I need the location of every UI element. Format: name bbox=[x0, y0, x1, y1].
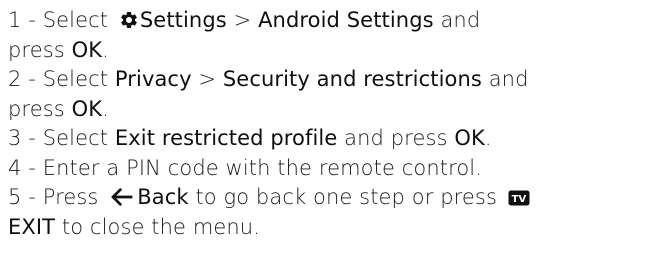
gear-icon bbox=[121, 11, 137, 28]
step-5: 5 - Press Back to go back one step or pr… bbox=[8, 183, 664, 242]
step-text: Press bbox=[42, 185, 99, 209]
back-arrow-icon bbox=[111, 188, 133, 206]
security-restrictions-label: Security and restrictions bbox=[222, 67, 482, 91]
ok-label: OK bbox=[71, 96, 103, 121]
ok-label: OK bbox=[71, 37, 103, 62]
step-text: . bbox=[484, 126, 492, 150]
step-text: Select bbox=[42, 126, 109, 150]
step-text: and bbox=[440, 8, 481, 32]
ok-label: OK bbox=[454, 126, 485, 150]
step-text: Enter a PIN code with the remote control… bbox=[42, 155, 483, 180]
step-text: press bbox=[8, 96, 65, 121]
step-1: 1 - Select Settings > Android Settings a… bbox=[8, 6, 664, 65]
step-number: 4 - bbox=[8, 155, 36, 180]
tv-icon: TV bbox=[508, 190, 530, 206]
step-text: . bbox=[102, 37, 109, 62]
step-text: Select bbox=[42, 67, 109, 91]
exit-restricted-profile-label: Exit restricted profile bbox=[114, 126, 338, 150]
android-settings-label: Android Settings bbox=[258, 8, 434, 32]
instructions-list: 1 - Select Settings > Android Settings a… bbox=[8, 6, 664, 242]
step-number: 1 - bbox=[8, 8, 36, 32]
step-number: 2 - bbox=[8, 67, 36, 91]
step-text: press bbox=[8, 37, 65, 62]
step-text: to go back one step or press bbox=[195, 185, 498, 209]
exit-label: EXIT bbox=[8, 214, 56, 239]
step-text: and bbox=[488, 67, 529, 91]
step-2: 2 - Select Privacy > Security and restri… bbox=[8, 65, 664, 124]
step-text: > bbox=[233, 8, 252, 32]
step-text: Select bbox=[42, 8, 109, 32]
tv-icon-label: TV bbox=[511, 194, 526, 205]
privacy-label: Privacy bbox=[114, 67, 192, 91]
step-text: . bbox=[102, 96, 109, 121]
step-text: > bbox=[198, 67, 217, 91]
step-text: and press bbox=[344, 126, 448, 150]
step-text: to close the menu. bbox=[61, 214, 260, 239]
back-label: Back bbox=[137, 185, 189, 209]
settings-label: Settings bbox=[139, 8, 227, 32]
step-4: 4 - Enter a PIN code with the remote con… bbox=[8, 154, 664, 184]
step-3: 3 - Select Exit restricted profile and p… bbox=[8, 124, 664, 154]
step-number: 3 - bbox=[8, 126, 36, 150]
step-number: 5 - bbox=[8, 185, 36, 209]
